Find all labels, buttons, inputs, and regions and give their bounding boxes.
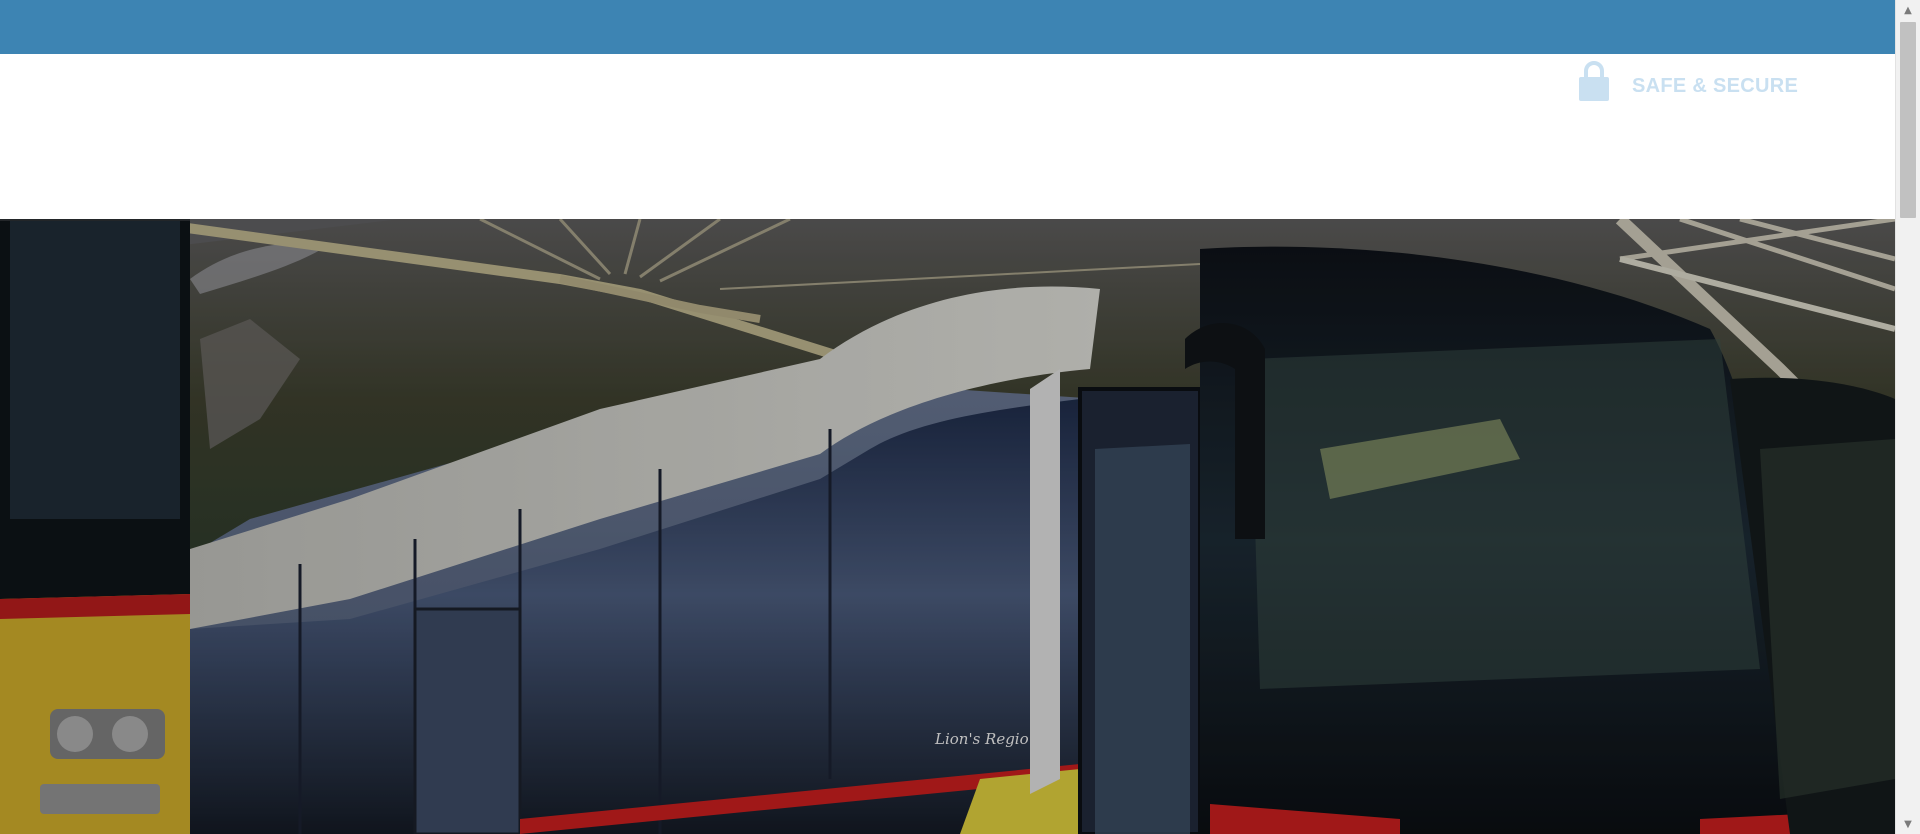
page: SAFE & SECURE Lion's Regio (0, 0, 1895, 834)
scrollbar-thumb[interactable] (1900, 22, 1916, 218)
scroll-down-arrow-icon[interactable]: ▼ (1896, 814, 1920, 834)
safe-secure-badge: SAFE & SECURE (1578, 60, 1798, 102)
hero-banner: Lion's Regio (0, 219, 1895, 834)
safe-secure-label: SAFE & SECURE (1632, 74, 1799, 97)
vertical-scrollbar[interactable]: ▲ ▼ (1895, 0, 1920, 834)
site-header: SAFE & SECURE (0, 54, 1895, 219)
lock-icon (1579, 61, 1609, 101)
scroll-up-arrow-icon[interactable]: ▲ (1896, 0, 1920, 20)
hero-image: Lion's Regio (0, 219, 1895, 834)
top-bar (0, 0, 1895, 54)
